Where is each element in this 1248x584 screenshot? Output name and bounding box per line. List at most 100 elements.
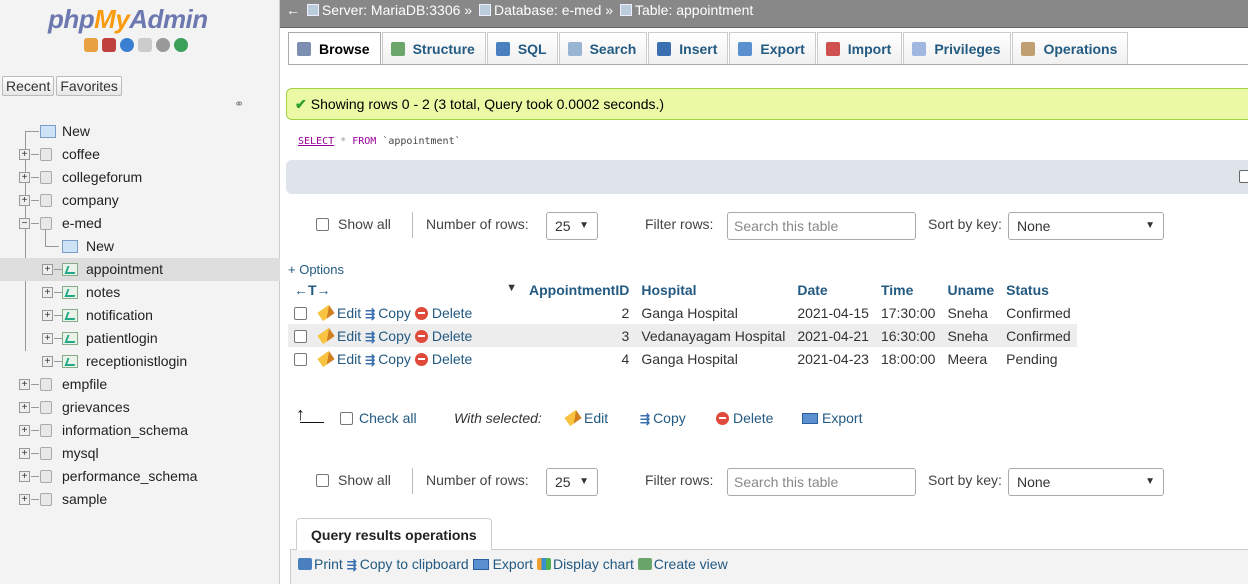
breadcrumb-server[interactable]: Server: MariaDB:3306 — [322, 2, 461, 18]
cell-uname[interactable]: Sneha — [941, 301, 1001, 324]
link-with-main-icon[interactable]: ⚭ — [234, 97, 244, 111]
row-checkbox[interactable] — [294, 352, 307, 366]
cell-hospital[interactable]: Vedanayagam Hospital — [635, 324, 792, 347]
bulk-export-button[interactable]: Export — [802, 410, 866, 426]
column-header[interactable]: Uname — [941, 278, 1001, 301]
expand-icon[interactable]: + — [19, 425, 30, 436]
bulk-edit-button[interactable]: Edit — [564, 409, 612, 427]
tree-item-db[interactable]: + grievances — [0, 396, 280, 419]
tab-browse[interactable]: Browse — [288, 32, 381, 64]
cell-time[interactable]: 18:00:00 — [874, 347, 942, 370]
tree-item-new-table[interactable]: New — [0, 229, 280, 258]
row-checkbox[interactable] — [294, 306, 307, 320]
cell-status[interactable]: Pending — [1000, 347, 1077, 370]
rows-select[interactable]: 25 ▼ — [546, 468, 598, 496]
cell-appointmentid[interactable]: 4 — [523, 347, 636, 370]
expand-icon[interactable]: + — [19, 494, 30, 505]
column-header[interactable]: Time — [874, 278, 942, 301]
create-view-link[interactable]: Create view — [637, 556, 728, 572]
check-all-checkbox[interactable] — [340, 412, 353, 425]
cell-appointmentid[interactable]: 3 — [523, 324, 636, 347]
cell-time[interactable]: 17:30:00 — [874, 301, 942, 324]
tab-structure[interactable]: Structure — [381, 32, 486, 64]
expand-icon[interactable]: + — [42, 310, 53, 321]
cell-date[interactable]: 2021-04-21 — [791, 324, 875, 347]
breadcrumb-database[interactable]: Database: e-med — [494, 2, 601, 18]
column-header[interactable]: AppointmentID — [523, 278, 636, 301]
delete-button[interactable]: Delete — [414, 351, 476, 367]
expand-icon[interactable]: + — [19, 149, 30, 160]
delete-button[interactable]: Delete — [414, 328, 476, 344]
tree-item-db[interactable]: + sample — [0, 488, 280, 511]
home-icon[interactable] — [84, 38, 98, 52]
expand-icon[interactable]: + — [19, 471, 30, 482]
expand-icon[interactable]: + — [42, 356, 53, 367]
expand-icon[interactable]: + — [19, 402, 30, 413]
copy-button[interactable]: ⇶ Copy — [365, 305, 415, 321]
query-results-operations-tab[interactable]: Query results operations — [296, 518, 492, 550]
tab-search[interactable]: Search — [558, 32, 648, 64]
edit-button[interactable]: Edit — [317, 350, 365, 367]
show-all-checkbox[interactable] — [316, 218, 329, 231]
tree-item-db[interactable]: + performance_schema — [0, 465, 280, 488]
tab-sql[interactable]: SQL — [486, 32, 558, 64]
collapse-arrow-icon[interactable]: ← — [286, 2, 300, 18]
cell-status[interactable]: Confirmed — [1000, 301, 1077, 324]
edit-button[interactable]: Edit — [317, 304, 365, 321]
rows-select[interactable]: 25 ▼ — [546, 212, 598, 240]
collapse-icon[interactable]: − — [19, 218, 30, 229]
column-header[interactable]: Date — [791, 278, 875, 301]
breadcrumb-table[interactable]: Table: appointment — [635, 2, 753, 18]
profiling-checkbox[interactable] — [1239, 170, 1248, 183]
display-chart-link[interactable]: Display chart — [536, 556, 634, 572]
tab-insert[interactable]: Insert — [648, 32, 729, 64]
tree-item-db[interactable]: + empfile — [0, 373, 280, 396]
settings-gear-icon[interactable] — [156, 38, 170, 52]
tree-item-db[interactable]: − e-med — [0, 212, 280, 235]
tree-item-table[interactable]: + notification — [0, 304, 280, 327]
check-all-label[interactable]: Check all — [359, 410, 417, 426]
cell-hospital[interactable]: Ganga Hospital — [635, 301, 792, 324]
sort-dropdown-icon[interactable]: ▼ — [506, 282, 517, 294]
edit-button[interactable]: Edit — [317, 327, 365, 344]
reload-icon[interactable] — [174, 38, 188, 52]
expand-icon[interactable]: + — [19, 195, 30, 206]
column-header[interactable]: Status — [1000, 278, 1077, 301]
sql-select-link[interactable]: SELECT — [298, 136, 334, 147]
tab-export[interactable]: Export — [729, 32, 816, 64]
expand-icon[interactable]: + — [19, 172, 30, 183]
phpmyadmin-logo[interactable]: phpMyAdmin — [48, 4, 208, 35]
tree-item-table[interactable]: + appointment — [0, 258, 280, 281]
cell-hospital[interactable]: Ganga Hospital — [635, 347, 792, 370]
copy-button[interactable]: ⇶ Copy — [365, 328, 415, 344]
show-all-checkbox[interactable] — [316, 474, 329, 487]
cell-uname[interactable]: Sneha — [941, 324, 1001, 347]
row-checkbox[interactable] — [294, 329, 307, 343]
recent-tab[interactable]: Recent — [2, 76, 55, 96]
options-link[interactable]: + Options — [288, 262, 344, 277]
docs-icon[interactable] — [138, 38, 152, 52]
tab-import[interactable]: Import — [816, 32, 903, 64]
sort-key-select[interactable]: None ▼ — [1008, 468, 1164, 496]
tree-item-db[interactable]: + information_schema — [0, 419, 280, 442]
tree-item-table[interactable]: + receptionistlogin — [0, 350, 280, 373]
cell-uname[interactable]: Meera — [941, 347, 1001, 370]
sort-key-select[interactable]: None ▼ — [1008, 212, 1164, 240]
tab-operations[interactable]: Operations — [1012, 32, 1129, 64]
tree-item-db[interactable]: + mysql — [0, 442, 280, 465]
tree-item-db[interactable]: + company — [0, 189, 280, 212]
cell-time[interactable]: 16:30:00 — [874, 324, 942, 347]
tree-item-db[interactable]: + coffee — [0, 143, 280, 166]
help-icon[interactable] — [120, 38, 134, 52]
expand-icon[interactable]: + — [19, 448, 30, 459]
tree-item-new[interactable]: New — [0, 120, 280, 143]
filter-search-input[interactable]: Search this table — [727, 468, 916, 496]
favorites-tab[interactable]: Favorites — [56, 76, 122, 96]
tab-privileges[interactable]: Privileges — [903, 32, 1012, 64]
delete-button[interactable]: Delete — [414, 305, 476, 321]
cell-appointmentid[interactable]: 2 — [523, 301, 636, 324]
bulk-delete-button[interactable]: Delete — [716, 410, 777, 426]
tree-item-table[interactable]: + patientlogin — [0, 327, 280, 350]
column-arrows[interactable]: ←T→ ▼ — [288, 278, 523, 301]
logout-icon[interactable] — [102, 38, 116, 52]
